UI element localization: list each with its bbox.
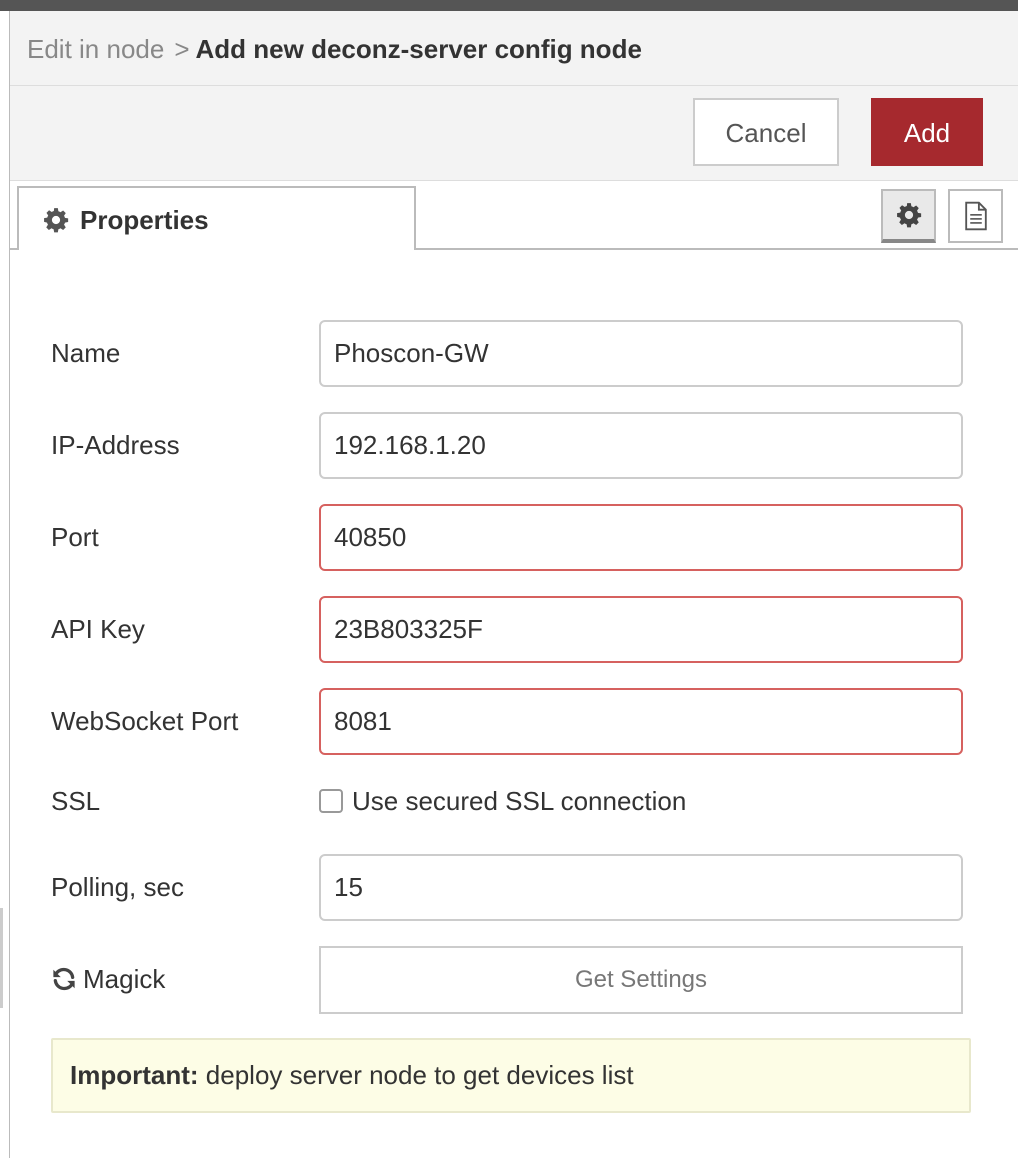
breadcrumb-separator: > [174,34,190,64]
gear-icon [44,208,69,233]
node-description-button[interactable] [948,189,1003,243]
add-button[interactable]: Add [871,98,983,166]
gear-icon [896,203,921,228]
api-key-input[interactable] [319,596,963,663]
ssl-checkbox[interactable] [319,789,343,813]
tab-properties-label: Properties [80,205,209,235]
name-input[interactable] [319,320,963,387]
get-settings-button[interactable]: Get Settings [319,946,963,1014]
ssl-label: SSL [51,786,101,816]
api-key-label: API Key [51,614,145,644]
ip-address-input[interactable] [319,412,963,479]
polling-label: Polling, sec [51,872,184,902]
important-notice: Important: deploy server node to get dev… [51,1038,971,1113]
node-settings-button[interactable] [881,189,936,243]
websocket-port-input[interactable] [319,688,963,755]
polling-input[interactable] [319,854,963,921]
notice-strong: Important: [70,1060,199,1090]
document-icon [964,201,987,231]
magick-label: Magick [83,964,166,994]
tab-bar: Properties [10,181,1018,251]
port-input[interactable] [319,504,963,571]
breadcrumb-current: Add new deconz-server config node [195,34,642,64]
breadcrumb-parent[interactable]: Edit in node [27,34,164,64]
tray-header: Edit in node > Add new deconz-server confi… [10,11,1018,86]
ip-address-label: IP-Address [51,430,180,460]
ssl-option: Use secured SSL connection [319,785,686,817]
left-edge-handle [0,908,3,1008]
cancel-button[interactable]: Cancel [693,98,839,166]
port-label: Port [51,522,99,552]
tab-properties[interactable]: Properties [17,186,416,250]
websocket-port-label: WebSocket Port [51,706,239,736]
tray-toolbar: Cancel Add [10,86,1018,181]
breadcrumb: Edit in node > Add new deconz-server confi… [27,33,642,65]
ssl-checkbox-label[interactable]: Use secured SSL connection [352,786,686,817]
window-top-bar [0,0,1018,11]
edit-tray: Edit in node > Add new deconz-server confi… [9,11,1018,1158]
refresh-icon [53,967,75,991]
notice-text: deploy server node to get devices list [205,1060,634,1090]
name-label: Name [51,338,121,368]
